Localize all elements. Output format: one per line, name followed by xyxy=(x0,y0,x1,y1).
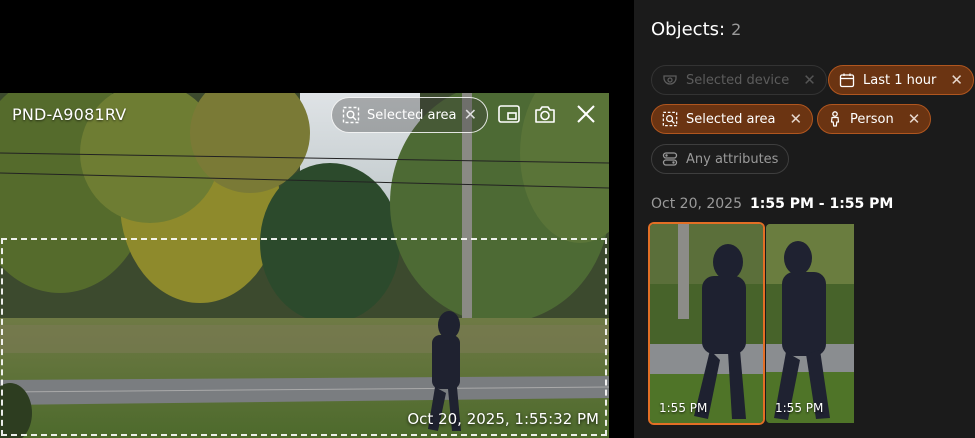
objects-header: Objects: 2 xyxy=(651,19,741,40)
area-search-icon xyxy=(342,106,360,124)
filter-chip-attributes-label: Any attributes xyxy=(686,151,779,167)
thumbnail-time: 1:55 PM xyxy=(775,401,824,415)
person-icon xyxy=(830,111,840,127)
close-video-icon[interactable] xyxy=(574,102,598,126)
thumbnail-time: 1:55 PM xyxy=(659,401,708,415)
camera-name: PND-A9081RV xyxy=(12,105,127,124)
objects-title: Objects: xyxy=(651,19,726,40)
close-icon[interactable]: ✕ xyxy=(464,105,477,124)
filter-chip-person-label: Person xyxy=(850,111,894,127)
objects-count: 2 xyxy=(731,20,742,39)
area-search-icon xyxy=(662,111,678,127)
close-icon[interactable]: ✕ xyxy=(950,71,963,89)
picture-in-picture-icon[interactable] xyxy=(497,102,521,126)
objects-panel: Objects: 2 Selected device ✕ Last 1 hour … xyxy=(634,0,975,438)
filter-chip-attributes[interactable]: Any attributes xyxy=(651,144,790,174)
selected-area-toggle[interactable]: Selected area ✕ xyxy=(331,97,488,133)
close-icon[interactable]: ✕ xyxy=(789,110,802,128)
filter-chip-area[interactable]: Selected area ✕ xyxy=(651,104,814,134)
attributes-icon xyxy=(662,152,678,166)
object-thumbnail[interactable]: 1:55 PM xyxy=(766,224,879,423)
filter-chip-time[interactable]: Last 1 hour ✕ xyxy=(828,65,974,95)
group-time-range: 1:55 PM - 1:55 PM xyxy=(750,196,894,212)
person-thumbnail-image xyxy=(650,224,763,423)
person-thumbnail-image xyxy=(766,224,854,423)
area-pill-label: Selected area xyxy=(367,107,457,123)
dome-camera-icon xyxy=(663,75,677,85)
camera-video-view[interactable]: PND-A9081RV Selected area ✕ Oct 20, 2025… xyxy=(0,93,609,438)
filter-chip-device[interactable]: Selected device ✕ xyxy=(651,65,827,95)
object-thumbnail[interactable]: 1:55 PM xyxy=(650,224,763,423)
filter-chip-time-label: Last 1 hour xyxy=(863,72,937,88)
close-icon[interactable]: ✕ xyxy=(908,110,921,128)
filter-chip-person[interactable]: Person ✕ xyxy=(817,104,932,134)
filter-chip-area-label: Selected area xyxy=(686,111,776,127)
close-icon[interactable]: ✕ xyxy=(803,71,816,89)
camera-snapshot-icon[interactable] xyxy=(533,102,557,126)
filter-chip-device-label: Selected device xyxy=(686,72,790,88)
group-date: Oct 20, 2025 xyxy=(651,196,742,212)
calendar-icon xyxy=(839,73,855,88)
video-timestamp: Oct 20, 2025, 1:55:32 PM xyxy=(407,410,599,428)
selected-area-region[interactable] xyxy=(1,238,607,436)
